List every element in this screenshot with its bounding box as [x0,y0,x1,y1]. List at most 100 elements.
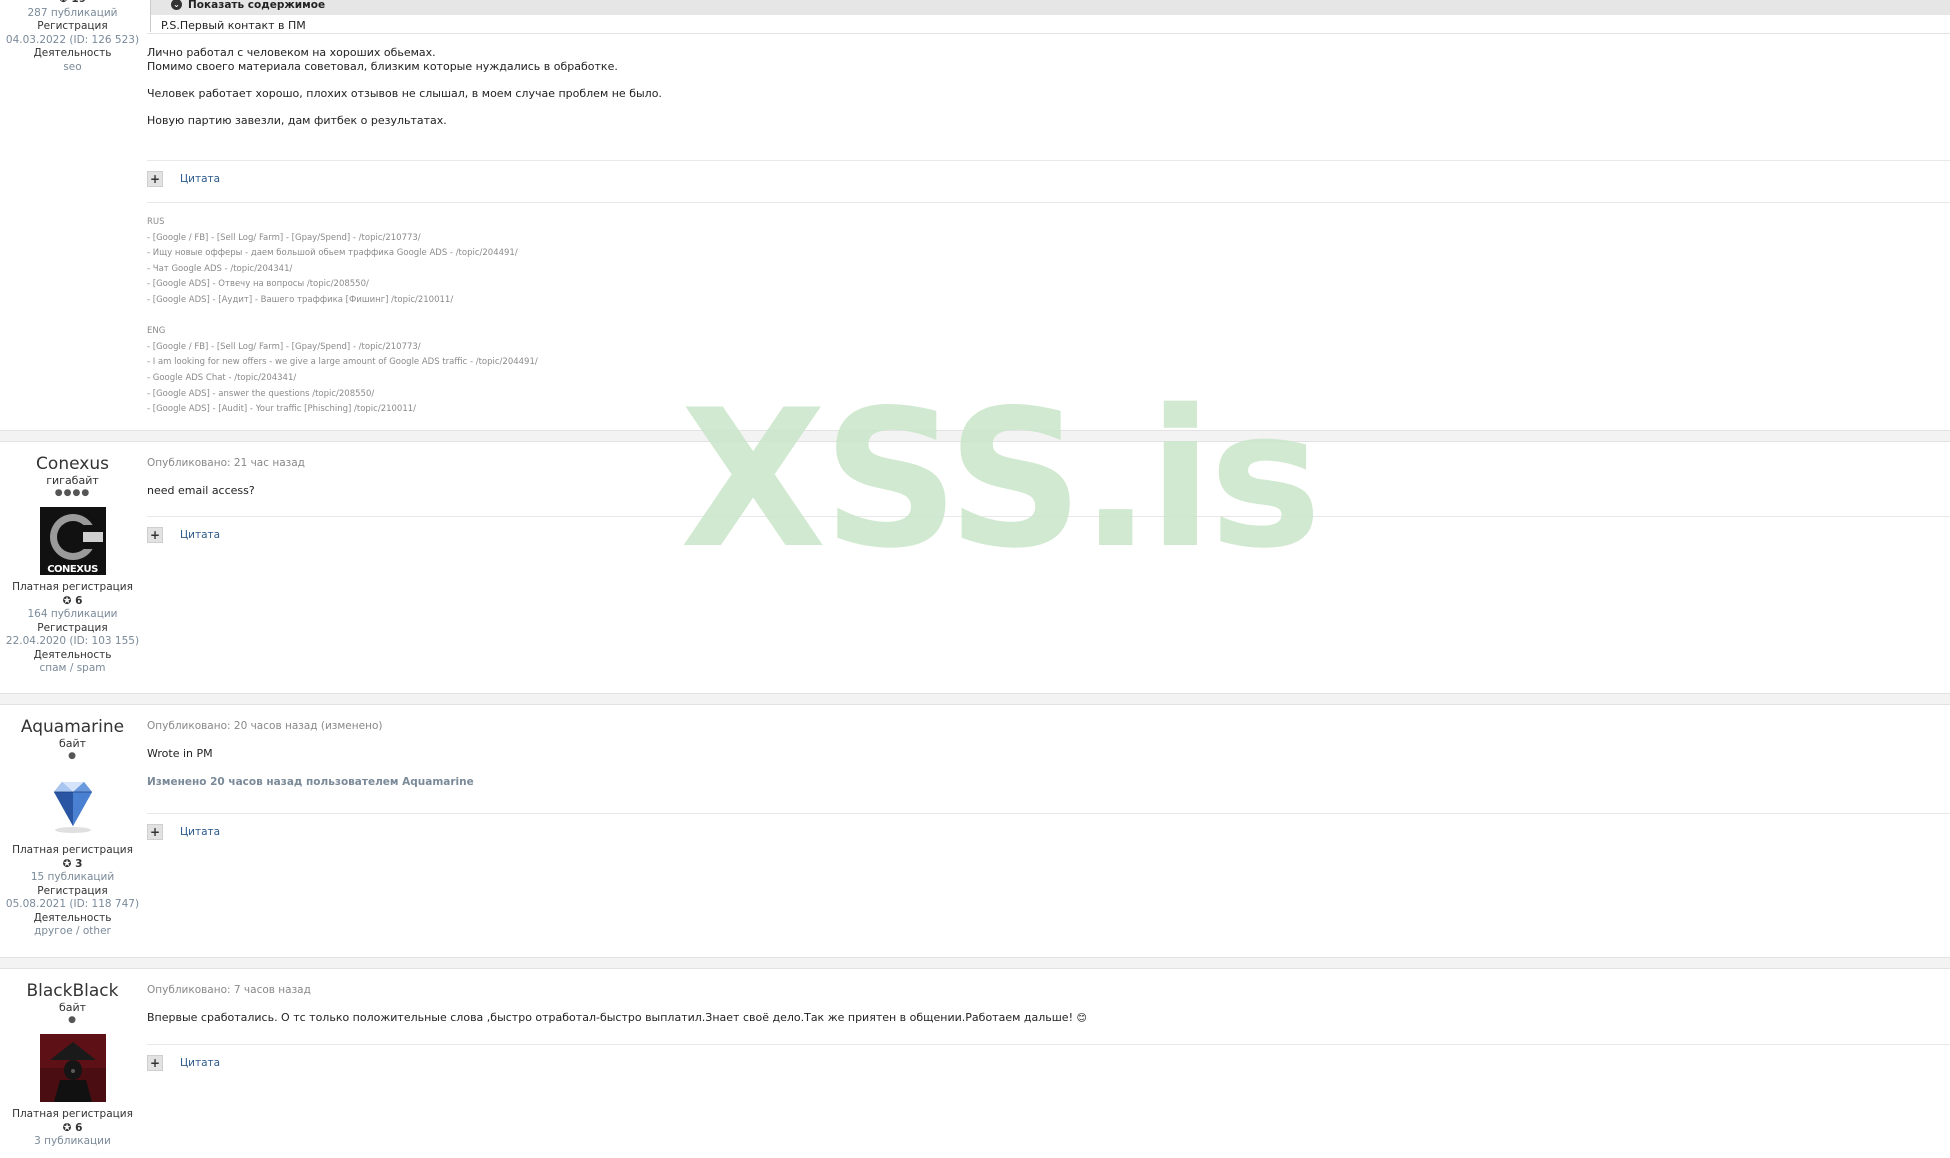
diamond-icon [53,782,92,833]
post-content: Опубликовано: 20 часов назад (изменено) … [147,720,1950,788]
rank-pips: ● [68,1015,77,1025]
post-body: Впервые сработались. О тс только положит… [147,1011,1950,1026]
avatar[interactable] [39,770,106,838]
author-name[interactable]: BlackBlack [0,981,145,1001]
sig-line[interactable]: - Чат Google ADS - /topic/204341/ [147,262,1950,278]
post-timestamp[interactable]: Опубликовано: 7 часов назад [147,984,1950,996]
author-activity: другое / other [34,925,111,937]
author-name[interactable]: Conexus [0,454,145,474]
author-rank: байт [58,1001,87,1014]
sig-line[interactable]: - [Google / FB] - [Sell Log/ Farm] - [Gp… [147,231,1950,247]
author-post-count[interactable]: 3 публикации [0,1135,145,1149]
sig-line [147,309,1950,325]
author-activity-label: Деятельность [33,648,112,661]
post-timestamp[interactable]: Опубликовано: 20 часов назад (изменено) [147,720,1950,732]
multiquote-plus-button[interactable]: + [147,1055,163,1071]
post-body: Wrote in PM [147,747,213,760]
post-top: ✪ 19 287 публикаций Регистрация 04.03.20… [0,0,1950,430]
body-line: Лично работал с человеком на хороших обь… [147,46,436,59]
author-panel: BlackBlack байт ● Платная регистрация ✪ … [0,979,145,1149]
author-reg-label: Регистрация [37,621,108,634]
post-timestamp[interactable]: Опубликовано: 21 час назад [147,457,1950,469]
quote-button[interactable]: Цитата [180,173,220,185]
author-panel: Aquamarine байт ● Платная регистрация ✪ … [0,715,145,939]
divider [147,160,1950,161]
author-reg-date: 04.03.2022 (ID: 126 523) [5,33,140,46]
author-reg-date: 05.08.2021 (ID: 118 747) [5,898,140,910]
divider [147,516,1950,517]
avatar[interactable] [39,1034,106,1102]
post: Conexus гигабайт ●●●● CONEXUS Платная ре… [0,442,1950,692]
body-line [147,73,1950,87]
sig-line[interactable]: - [Google ADS] - answer the questions /t… [147,387,1950,403]
multiquote-plus-button[interactable]: + [147,171,163,187]
author-panel: ✪ 19 287 публикаций Регистрация 04.03.20… [0,0,145,74]
quote-button[interactable]: Цитата [180,826,220,838]
sig-line[interactable]: - I am looking for new offers - we give … [147,355,1950,371]
post: Aquamarine байт ● Платная регистрация ✪ … [0,705,1950,955]
author-reputation: ✪ 3 [62,857,83,870]
author-reg-label: Регистрация [37,20,108,32]
quote-action: + Цитата [147,1055,220,1071]
post-content: Опубликовано: 7 часов назад Впервые сраб… [147,984,1950,1026]
spoiler-content: P.S.Первый контакт в ПМ [161,19,306,32]
post-separator [0,957,1950,969]
signature: RUS - [Google / FB] - [Sell Log/ Farm] -… [147,215,1950,418]
post-body: need email access? [147,484,255,497]
divider [147,33,1950,34]
quote-action: + Цитата [147,171,220,187]
quote-action: + Цитата [147,824,220,840]
avatar[interactable]: CONEXUS [39,507,106,575]
sig-line: ENG [147,326,166,337]
author-activity-label: Деятельность [33,911,112,924]
sig-line[interactable]: - Google ADS Chat - /topic/204341/ [147,371,1950,387]
body-line [147,100,1950,114]
author-activity: спам / spam [39,662,106,674]
author-reg-type: Платная регистрация [12,581,133,593]
sig-line[interactable]: - [Google ADS] - [Аудит] - Вашего траффи… [147,293,1950,309]
rank-pips: ● [68,751,77,761]
author-post-count[interactable]: 164 публикации [0,608,145,622]
spoiler-toggle-label: Показать содержимое [188,0,326,11]
smile-emoji-icon: 😊 [1076,1013,1087,1024]
author-post-count[interactable]: 15 публикаций [0,871,145,885]
author-activity-label: Деятельность [33,47,112,59]
sig-line[interactable]: - Ищу новые офферы - даем большой обьем … [147,246,1950,262]
author-reputation: ✪ 6 [62,594,83,607]
multiquote-plus-button[interactable]: + [147,824,163,840]
author-post-count[interactable]: 287 публикаций [0,7,145,21]
author-panel: Conexus гигабайт ●●●● CONEXUS Платная ре… [0,452,145,676]
sig-line[interactable]: - [Google / FB] - [Sell Log/ Farm] - [Gp… [147,340,1950,356]
quote-button[interactable]: Цитата [180,529,220,541]
body-line: Новую партию завезли, дам фитбек о резул… [147,113,447,127]
body-line: Помимо своего материала советовал, близк… [147,59,618,73]
multiquote-plus-button[interactable]: + [147,527,163,543]
divider [147,1044,1950,1045]
post-content: Опубликовано: 21 час назад need email ac… [147,457,1950,498]
post-separator [0,430,1950,442]
rank-pips: ●●●● [54,488,91,498]
post-separator [0,693,1950,705]
divider [147,202,1950,203]
author-reg-type: Платная регистрация [12,844,133,856]
author-name[interactable]: Aquamarine [0,717,145,737]
chevron-down-icon: ⌄ [171,0,182,10]
author-reg-type: Платная регистрация [12,1108,133,1120]
edit-notice: Изменено 20 часов назад пользователем Aq… [147,775,474,788]
body-line: Человек работает хорошо, плохих отзывов … [147,86,662,100]
sig-line[interactable]: - [Google ADS] - [Audit] - Your traffic … [147,402,1950,418]
post-body: Лично работал с человеком на хороших обь… [147,46,1950,127]
author-rank: байт [58,737,87,750]
spoiler-header[interactable]: ⌄ Показать содержимое [151,0,1950,15]
post: BlackBlack байт ● Платная регистрация ✪ … [0,969,1950,1158]
spoiler-block: ⌄ Показать содержимое P.S.Первый контакт… [150,0,1950,32]
sig-line[interactable]: - [Google ADS] - Отвечу на вопросы /topi… [147,277,1950,293]
sig-line: RUS [147,217,165,227]
quote-action: + Цитата [147,527,220,543]
dark-figure-avatar [39,1034,106,1102]
avatar-caption: CONEXUS [47,564,98,575]
post-body-text: Впервые сработались. О тс только положит… [147,1011,1073,1024]
divider [147,813,1950,814]
quote-button[interactable]: Цитата [180,1057,220,1069]
author-reg-date: 22.04.2020 (ID: 103 155) [5,635,140,647]
